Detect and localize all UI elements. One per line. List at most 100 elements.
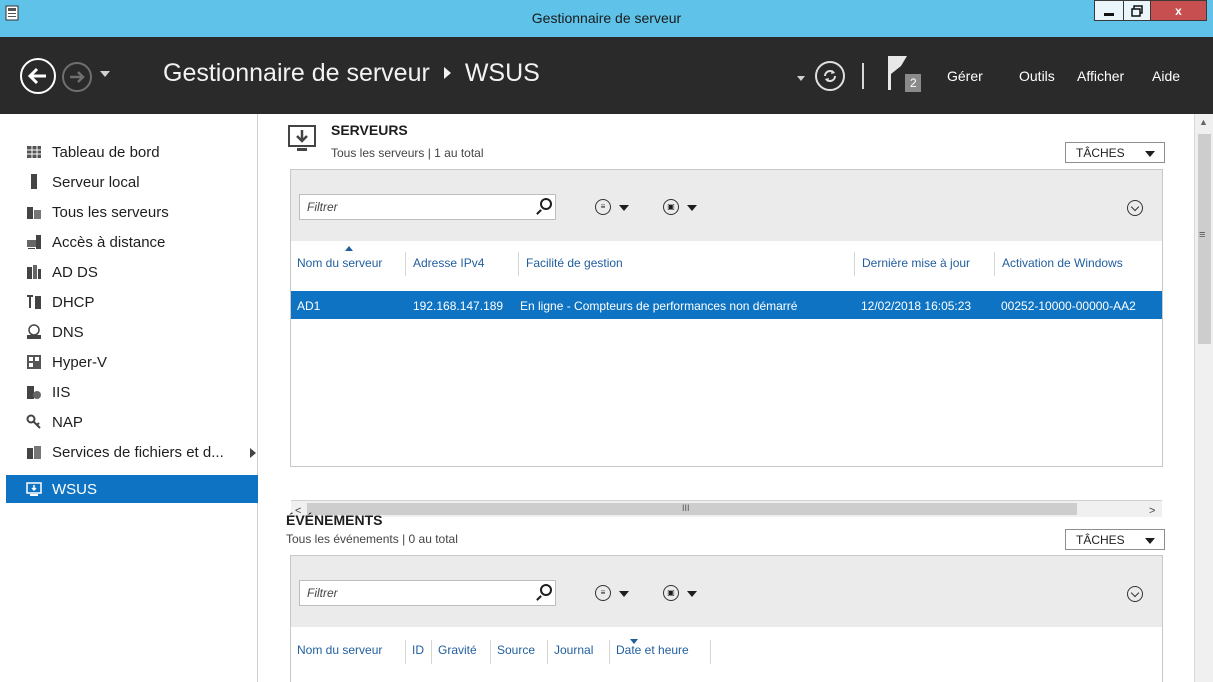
column-header-severity[interactable]: Gravité (438, 643, 477, 657)
list-options-dropdown-icon[interactable] (619, 591, 629, 597)
maximize-button[interactable] (1123, 0, 1150, 21)
sidebar: Tableau de bord Serveur local Tous les s… (0, 114, 258, 682)
sidebar-item-label: Tableau de bord (52, 144, 160, 161)
sidebar-item-hyper-v[interactable]: Hyper-V (6, 348, 258, 376)
menu-view[interactable]: Afficher (1077, 68, 1124, 84)
servers-section-subtitle: Tous les serveurs | 1 au total (331, 146, 484, 160)
tasks-label: TÂCHES (1076, 533, 1125, 547)
servers-section-title: SERVEURS (331, 122, 408, 138)
sidebar-item-label: Accès à distance (52, 234, 166, 251)
servers-section-icon (288, 125, 316, 151)
column-separator (405, 252, 406, 276)
column-header-last-update[interactable]: Dernière mise à jour (862, 256, 970, 270)
sidebar-item-dns[interactable]: DNS (6, 318, 258, 346)
sidebar-item-label: Serveur local (52, 174, 140, 191)
servers-tasks-button[interactable]: TÂCHES (1065, 142, 1165, 163)
table-row[interactable]: AD1 192.168.147.189 En ligne - Compteurs… (291, 291, 1162, 319)
list-options-dropdown-icon[interactable] (619, 205, 629, 211)
arrow-left-icon (27, 67, 46, 85)
sidebar-item-all-servers[interactable]: Tous les serveurs (6, 198, 258, 226)
sidebar-item-label: DHCP (52, 294, 95, 311)
sidebar-item-label: Tous les serveurs (52, 204, 169, 221)
events-tasks-button[interactable]: TÂCHES (1065, 529, 1165, 550)
servers-panel: Filtrer ≡ ▣ Nom du serveur Adresse IPv4 … (290, 169, 1163, 517)
expand-icon[interactable] (1127, 586, 1143, 602)
back-button[interactable] (20, 58, 56, 94)
scroll-right-icon[interactable]: > (1149, 505, 1155, 517)
sidebar-item-wsus[interactable]: WSUS (6, 475, 258, 503)
cell-manageability: En ligne - Compteurs de performances non… (520, 299, 798, 313)
wsus-icon (26, 482, 42, 496)
hyper-v-icon (27, 355, 41, 369)
horizontal-scrollbar[interactable]: < III > (291, 500, 1162, 517)
column-header-ipv4[interactable]: Adresse IPv4 (413, 256, 484, 270)
sidebar-item-label: NAP (52, 414, 83, 431)
column-separator (854, 252, 855, 276)
search-icon[interactable] (540, 198, 552, 210)
cell-ipv4: 192.168.147.189 (413, 299, 504, 313)
scroll-grip-icon: III (682, 503, 690, 513)
sidebar-item-local-server[interactable]: Serveur local (6, 168, 258, 196)
list-options-icon[interactable]: ≡ (595, 199, 611, 215)
save-query-dropdown-icon[interactable] (687, 591, 697, 597)
expand-icon[interactable] (1127, 200, 1143, 216)
sidebar-item-iis[interactable]: IIS (6, 378, 258, 406)
column-header-server-name[interactable]: Nom du serveur (297, 256, 382, 270)
dashboard-icon (27, 146, 41, 158)
sidebar-item-dhcp[interactable]: DHCP (6, 288, 258, 316)
close-button[interactable]: x (1150, 0, 1207, 21)
save-query-icon[interactable]: ▣ (663, 199, 679, 215)
menu-tools[interactable]: Outils (1019, 68, 1055, 84)
dropdown-arrow-icon (1145, 151, 1155, 157)
column-header-id[interactable]: ID (412, 643, 424, 657)
list-options-icon[interactable]: ≡ (595, 585, 611, 601)
menu-help[interactable]: Aide (1152, 68, 1180, 84)
remote-access-icon (27, 235, 41, 249)
breadcrumb-dropdown-icon[interactable] (797, 76, 805, 81)
events-panel: Filtrer ≡ ▣ Nom du serveur ID Gravité So… (290, 555, 1163, 682)
save-query-dropdown-icon[interactable] (687, 205, 697, 211)
column-header-source[interactable]: Source (497, 643, 535, 657)
window-titlebar: Gestionnaire de serveur x (0, 0, 1213, 37)
search-icon[interactable] (540, 584, 552, 596)
refresh-icon (824, 70, 836, 82)
sidebar-item-remote-access[interactable]: Accès à distance (6, 228, 258, 256)
ad-ds-icon (27, 265, 41, 279)
sidebar-item-nap[interactable]: NAP (6, 408, 258, 436)
dhcp-icon (27, 295, 41, 309)
chevron-right-icon[interactable] (250, 448, 256, 458)
events-filter-input[interactable]: Filtrer (299, 580, 556, 606)
scroll-up-icon[interactable]: ▲ (1199, 117, 1208, 127)
events-section-title: ÉVÉNEMENTS (286, 512, 383, 528)
sidebar-item-label: AD DS (52, 264, 98, 281)
column-header-manageability[interactable]: Facilité de gestion (526, 256, 623, 270)
column-header-date-time[interactable]: Date et heure (616, 643, 689, 657)
column-separator (547, 640, 548, 664)
column-header-windows-activation[interactable]: Activation de Windows (1002, 256, 1123, 270)
save-query-icon[interactable]: ▣ (663, 585, 679, 601)
notifications-button[interactable]: 2 (885, 52, 925, 96)
sidebar-item-label: Hyper-V (52, 354, 108, 371)
dns-icon (27, 324, 41, 339)
column-header-log[interactable]: Journal (554, 643, 593, 657)
servers-filter-input[interactable]: Filtrer (299, 194, 556, 220)
close-icon: x (1175, 3, 1182, 18)
column-header-server-name[interactable]: Nom du serveur (297, 643, 382, 657)
vertical-scrollbar[interactable]: ▲ ≡ (1194, 114, 1213, 682)
column-separator (994, 252, 995, 276)
notification-flag-icon (888, 56, 921, 92)
breadcrumb-root[interactable]: Gestionnaire de serveur (163, 59, 430, 87)
scrollbar-thumb[interactable]: III (307, 503, 1077, 515)
dropdown-arrow-icon (1145, 538, 1155, 544)
minimize-button[interactable] (1094, 0, 1123, 21)
sidebar-item-file-services[interactable]: Services de fichiers et d... (6, 438, 258, 466)
menu-manage[interactable]: Gérer (947, 68, 983, 84)
breadcrumb-separator-icon (443, 66, 451, 79)
refresh-button[interactable] (815, 61, 845, 91)
cell-last-update: 12/02/2018 16:05:23 (861, 299, 972, 313)
forward-button[interactable] (62, 62, 92, 92)
sidebar-item-dashboard[interactable]: Tableau de bord (6, 138, 258, 166)
sidebar-item-ad-ds[interactable]: AD DS (6, 258, 258, 286)
notification-count-badge: 2 (910, 76, 917, 90)
navigation-history-dropdown[interactable] (100, 71, 110, 77)
